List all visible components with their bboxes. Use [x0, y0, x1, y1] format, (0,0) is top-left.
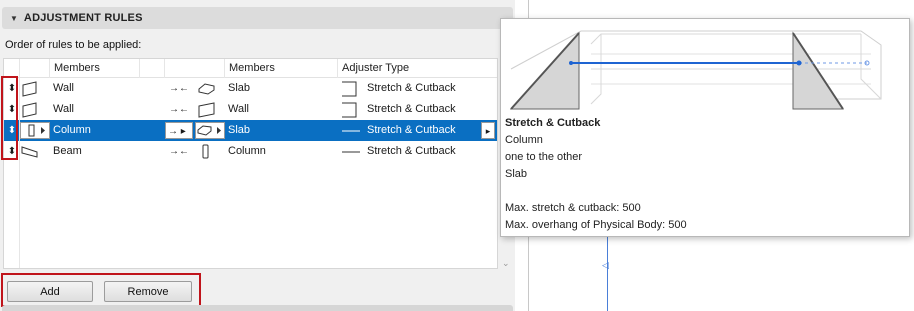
adjustment-rules-panel: ▼ ADJUSTMENT RULES Order of rules to be … — [0, 0, 515, 311]
section-header[interactable]: ▼ ADJUSTMENT RULES — [2, 7, 513, 29]
header-members-1: Members — [49, 59, 139, 78]
popup-member: Column — [505, 134, 543, 146]
adjuster-label: Stretch & Cutback — [367, 103, 456, 115]
reorder-handles-highlight — [1, 76, 18, 160]
order-label: Order of rules to be applied: — [5, 39, 142, 51]
popup-target: Slab — [505, 168, 528, 180]
bracket-icon — [340, 99, 360, 120]
table-row[interactable]: ⬍ Beam →← Column Stretch & Cutback — [4, 141, 497, 162]
beam-icon — [21, 141, 41, 162]
canvas-marker-icon: ◁ — [602, 260, 609, 270]
popup-max-stretch: Max. stretch & cutback: 500 — [505, 202, 641, 214]
header-blank-1 — [139, 59, 164, 78]
target-type-dropdown[interactable] — [195, 122, 225, 139]
popup-max-overhang: Max. overhang of Physical Body: 500 — [505, 219, 687, 231]
header-members-2: Members — [224, 59, 337, 78]
table-header: Members Members Adjuster Type — [4, 59, 497, 78]
section-title: ADJUSTMENT RULES — [23, 12, 143, 24]
member-type-dropdown[interactable] — [20, 122, 50, 139]
header-blank-2 — [164, 59, 224, 78]
scroll-down-icon[interactable]: ⌄ — [502, 258, 510, 269]
target-label: Slab — [228, 82, 251, 94]
adjuster-label: Stretch & Cutback — [367, 124, 456, 136]
adjuster-label: Stretch & Cutback — [367, 82, 456, 94]
column-divider — [19, 59, 20, 268]
line-icon — [340, 120, 360, 141]
line-icon — [340, 141, 360, 162]
target-label: Column — [228, 145, 266, 157]
slab-icon — [197, 78, 219, 99]
adjuster-preview-illustration — [501, 19, 909, 113]
wall-icon — [21, 78, 41, 99]
table-row[interactable]: ⬍ Wall →← Wall Stretch & Cutback — [4, 99, 497, 120]
converge-arrows-icon: →← — [169, 83, 189, 94]
remove-button[interactable]: Remove — [104, 281, 192, 302]
add-button[interactable]: Add — [7, 281, 93, 302]
table-row[interactable]: ⬍ Wall →← Slab Stretch & Cutback — [4, 78, 497, 99]
direction-dropdown[interactable]: → ▸ — [165, 122, 193, 139]
canvas-guide-line — [607, 237, 608, 311]
popup-title: Stretch & Cutback — [505, 117, 601, 129]
wall-icon — [197, 99, 219, 120]
adjuster-preview-popup: Stretch & Cutback Column one to the othe… — [500, 18, 910, 237]
bracket-icon — [340, 78, 360, 99]
popup-relation: one to the other — [505, 151, 583, 163]
adjuster-expand-button[interactable]: ▸ — [481, 122, 495, 139]
target-label: Wall — [228, 103, 249, 115]
column-icon — [200, 141, 214, 162]
member-label: Beam — [53, 145, 82, 157]
converge-arrows-icon: →← — [169, 146, 189, 157]
wall-icon — [21, 99, 41, 120]
target-label: Slab — [228, 124, 251, 136]
collapse-triangle-icon[interactable]: ▼ — [10, 14, 18, 23]
adjuster-label: Stretch & Cutback — [367, 145, 456, 157]
header-adjuster-type: Adjuster Type — [337, 59, 477, 78]
table-row-selected[interactable]: ⬍ Column → ▸ Slab Stretch & Cutback ▸ — [4, 120, 497, 141]
converge-arrows-icon: →← — [169, 104, 189, 115]
member-label: Column — [53, 124, 91, 136]
rules-table: Members Members Adjuster Type ⬍ Wall →← … — [3, 58, 498, 269]
member-label: Wall — [53, 103, 74, 115]
member-label: Wall — [53, 82, 74, 94]
next-section-header[interactable] — [2, 305, 513, 311]
